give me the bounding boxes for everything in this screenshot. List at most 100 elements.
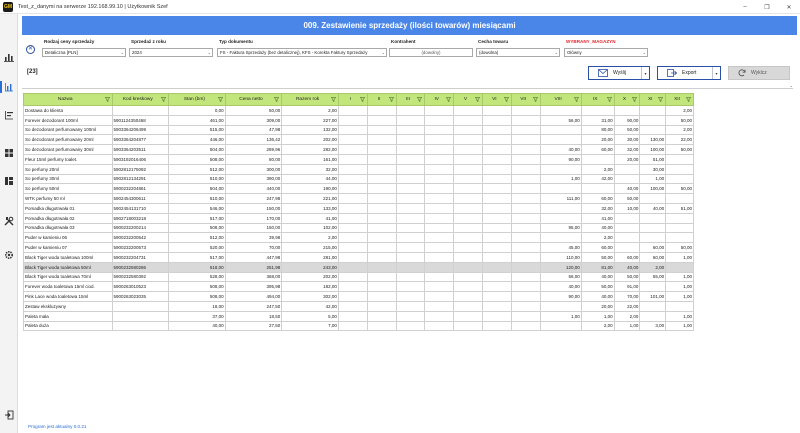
column-header[interactable]: VIII xyxy=(539,93,582,106)
group-by-bar[interactable]: ⌄ xyxy=(22,83,793,89)
table-cell: 56,00 xyxy=(539,271,582,283)
feature-select[interactable]: (dowolna) ⌄ xyxy=(476,48,560,57)
table-cell: 1,00 xyxy=(665,310,694,322)
warehouse-select[interactable]: Główny ⌄ xyxy=(564,48,648,57)
column-header[interactable]: II xyxy=(366,93,397,106)
column-header[interactable]: Razem rok xyxy=(281,93,339,106)
bar-chart-icon[interactable] xyxy=(4,52,14,62)
table-cell: 282,00 xyxy=(281,144,339,155)
table-cell xyxy=(424,134,455,146)
exclude-button[interactable]: Wyklcz xyxy=(728,66,790,80)
column-header[interactable]: XII xyxy=(665,93,694,106)
minimize-button[interactable]: – xyxy=(734,0,756,14)
filter-icon[interactable] xyxy=(474,97,481,103)
list-chart-icon[interactable] xyxy=(4,110,14,120)
table-row[interactable]: Zestaw ekskluzywny 18,00 247,50 42,00 20,00 2… xyxy=(23,300,694,312)
table-cell: Black Tiger woda toaletowa 70ml xyxy=(23,271,113,283)
filter-icon[interactable] xyxy=(359,97,365,103)
clear-filters-icon[interactable]: ✕ xyxy=(26,45,35,54)
column-header[interactable]: IX xyxy=(580,93,615,106)
column-header[interactable]: X xyxy=(613,93,641,106)
maximize-button[interactable]: ❐ xyxy=(756,0,778,14)
column-header[interactable]: I xyxy=(337,93,368,106)
gear-icon[interactable] xyxy=(4,250,14,260)
table-row[interactable]: Paleta mała 37,00 18,50 5,00 1,00 1,00 2,00 1,0… xyxy=(23,310,694,322)
filter-icon[interactable] xyxy=(274,97,280,103)
filter-icon[interactable] xyxy=(573,97,579,103)
table-cell xyxy=(539,320,582,332)
table-row[interactable]: Black Tiger woda toaletowa 70ml 590023258… xyxy=(23,271,694,283)
table-cell xyxy=(395,310,426,322)
table-row[interactable]: So perfumy 20ml 5902812175092 512,00 300,00… xyxy=(23,163,694,175)
column-header[interactable]: VI xyxy=(481,93,512,106)
filter-icon[interactable] xyxy=(606,97,612,103)
price-type-select[interactable]: Detaliczna [PLN] ⌄ xyxy=(42,48,126,57)
table-row[interactable]: So perfumy 50ml 5900232204861 504,00 440,00… xyxy=(23,183,694,195)
price-type-value: Detaliczna [PLN] xyxy=(45,50,78,55)
column-header-label: III xyxy=(405,97,410,102)
table-cell: 32,00 xyxy=(580,202,615,214)
table-cell xyxy=(366,144,397,155)
report-chart-icon[interactable] xyxy=(0,81,14,93)
table-cell xyxy=(366,300,397,312)
filter-icon[interactable] xyxy=(217,97,223,103)
table-row[interactable]: Black Tiger woda toaletowa 100ml 59002322… xyxy=(23,251,694,263)
doc-type-select[interactable]: FS - Faktura Sprzedaży (bez detalicznej)… xyxy=(217,48,387,57)
table-row[interactable]: Pink Lace woda toaletowa 15ml 59002630230… xyxy=(23,291,694,302)
filter-icon[interactable] xyxy=(685,97,692,103)
table-row[interactable]: So dezodorant perfumowany 100ml 590336420… xyxy=(23,124,694,136)
table-cell xyxy=(665,163,694,175)
table-row[interactable]: Paleta duża 40,00 27,50 7,00 2,00 1,00 3,00 1,0… xyxy=(23,320,694,332)
table-row[interactable]: Fleur 15ml perfumy toalet. 5903192016406 5… xyxy=(23,153,694,165)
year-select[interactable]: 2024 ⌄ xyxy=(129,48,213,57)
dashboard-icon[interactable] xyxy=(4,148,14,158)
filter-icon[interactable] xyxy=(330,97,337,103)
table-cell xyxy=(337,163,368,175)
table-row[interactable]: Pomadka długotrwała 01 5902454131710 546,0… xyxy=(23,202,694,214)
table-row[interactable]: Forever woda toaletowa 15ml ciod. 5900263… xyxy=(23,281,694,293)
column-header[interactable]: Nazwa xyxy=(23,93,113,106)
table-row[interactable]: So dezodorant perfumowany 30ml 5903364203… xyxy=(23,144,694,155)
export-dropdown-icon[interactable]: ▾ xyxy=(712,67,720,79)
table-row[interactable]: Pomadka długotrwała 03 5900232200214 508,0… xyxy=(23,222,694,234)
filter-icon[interactable] xyxy=(388,97,394,103)
close-button[interactable]: ✕ xyxy=(778,0,800,14)
filter-icon[interactable] xyxy=(532,97,538,103)
column-header[interactable]: III xyxy=(395,93,426,106)
table-row[interactable]: Puder w kamieniu 07 5900232200573 520,00 70… xyxy=(23,242,694,253)
column-header[interactable]: IV xyxy=(424,93,455,106)
send-button[interactable]: Wyślij ▾ xyxy=(588,66,650,80)
table-row[interactable]: Pomadka długotrwała 02 5902718003218 517,0… xyxy=(23,212,694,224)
filter-icon[interactable] xyxy=(104,97,110,103)
contractor-field[interactable]: (dowolny) xyxy=(389,48,473,57)
grid-report-icon[interactable] xyxy=(4,176,14,186)
table-row[interactable]: Dostawa do klienta 0,00 50,00 2,00 2,00 xyxy=(23,105,694,116)
logout-icon[interactable] xyxy=(4,410,14,420)
table-row[interactable]: Puder w kamieniu 06 5900232200542 512,00 39… xyxy=(23,232,694,244)
filter-icon[interactable] xyxy=(503,97,509,103)
tools-icon[interactable] xyxy=(4,216,14,226)
filter-icon[interactable] xyxy=(445,97,452,103)
column-header[interactable]: Cena netto xyxy=(224,93,283,106)
table-row[interactable]: So perfumy 30ml 5902812134291 510,00 390,00… xyxy=(23,173,694,185)
table-cell xyxy=(453,281,483,293)
column-header[interactable]: Kod kreskowy xyxy=(111,93,170,106)
export-button[interactable]: Export ▾ xyxy=(657,66,721,80)
filter-icon[interactable] xyxy=(417,97,423,103)
table-row[interactable]: Forever dezodorant 100ml 5901124350468 461… xyxy=(23,114,694,126)
table-row[interactable]: So dezodorant perfumowany 20ml 5903364204… xyxy=(23,134,694,146)
table-cell xyxy=(424,281,455,293)
column-header[interactable]: Stan (bm) xyxy=(168,93,226,106)
filter-icon[interactable] xyxy=(632,97,638,103)
filter-icon[interactable] xyxy=(657,97,664,103)
table-row[interactable]: Black Tiger woda toaletowa 50ml 590023258… xyxy=(23,261,694,273)
column-header[interactable]: VII xyxy=(510,93,541,106)
column-header[interactable]: V xyxy=(453,93,483,106)
table-cell xyxy=(395,163,426,175)
table-cell: 50,00 xyxy=(580,251,615,263)
column-header[interactable]: XI xyxy=(639,93,667,106)
send-dropdown-icon[interactable]: ▾ xyxy=(641,67,649,79)
table-row[interactable]: WTK perfumy 50 ml 5902454300611 510,00 247,… xyxy=(23,193,694,204)
table-header-row: Nazwa Kod kreskowy Stan (bm) Cena netto Raze… xyxy=(23,93,694,106)
filter-icon[interactable] xyxy=(160,97,167,103)
